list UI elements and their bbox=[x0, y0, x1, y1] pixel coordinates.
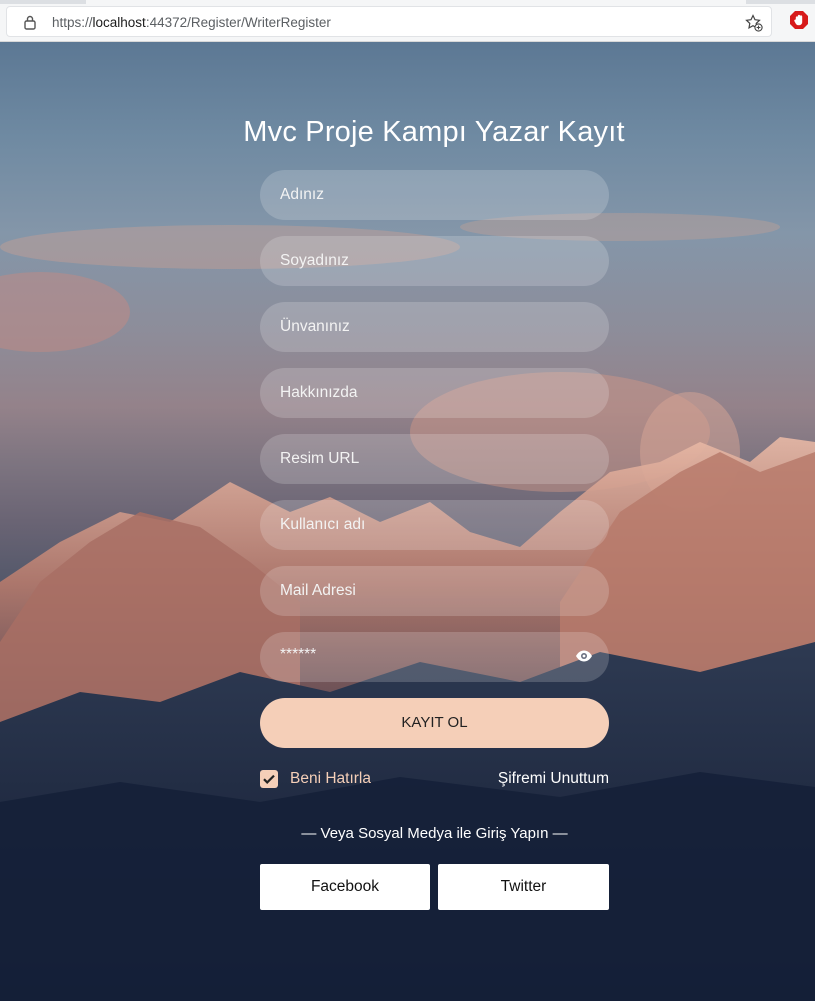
forgot-password-link[interactable]: Şifremi Unuttum bbox=[498, 770, 609, 788]
last-name-field[interactable]: Soyadınız bbox=[260, 236, 609, 286]
extension-icon[interactable] bbox=[789, 10, 809, 30]
email-placeholder: Mail Adresi bbox=[280, 582, 356, 599]
image-url-placeholder: Resim URL bbox=[280, 450, 360, 467]
title-field[interactable]: Ünvanınız bbox=[260, 302, 609, 352]
favorites-icon[interactable] bbox=[745, 14, 763, 32]
first-name-field[interactable]: Adınız bbox=[260, 170, 609, 220]
first-name-placeholder: Adınız bbox=[280, 186, 324, 203]
social-login-label: — Veya Sosyal Medya ile Giriş Yapın — bbox=[301, 825, 568, 842]
email-field[interactable]: Mail Adresi bbox=[260, 566, 609, 616]
username-field[interactable]: Kullanıcı adı bbox=[260, 500, 609, 550]
url-prefix: https:// bbox=[52, 15, 93, 30]
password-placeholder: ****** bbox=[280, 646, 317, 663]
password-field[interactable]: ****** bbox=[260, 632, 609, 682]
remember-label[interactable]: Beni Hatırla bbox=[290, 770, 371, 788]
about-field[interactable]: Hakkınızda bbox=[260, 368, 609, 418]
checkmark-icon bbox=[263, 774, 275, 784]
twitter-button[interactable]: Twitter bbox=[438, 864, 609, 910]
tab-strip bbox=[0, 0, 815, 4]
about-placeholder: Hakkınızda bbox=[280, 384, 358, 401]
title-placeholder: Ünvanınız bbox=[280, 318, 350, 335]
last-name-placeholder: Soyadınız bbox=[280, 252, 349, 269]
url-host: localhost bbox=[92, 15, 146, 30]
url-text[interactable]: https://localhost:44372/Register/WriterR… bbox=[52, 15, 331, 30]
remember-row: Beni Hatırla Şifremi Unuttum bbox=[260, 770, 609, 790]
image-url-field[interactable]: Resim URL bbox=[260, 434, 609, 484]
register-button[interactable]: KAYIT OL bbox=[260, 698, 609, 748]
remember-checkbox[interactable] bbox=[260, 770, 278, 788]
address-bar[interactable]: https://localhost:44372/Register/WriterR… bbox=[6, 6, 772, 37]
browser-toolbar: https://localhost:44372/Register/WriterR… bbox=[0, 0, 815, 42]
page-title: Mvc Proje Kampı Yazar Kayıt bbox=[243, 116, 625, 148]
username-placeholder: Kullanıcı adı bbox=[280, 516, 366, 533]
facebook-button[interactable]: Facebook bbox=[260, 864, 430, 910]
lock-icon[interactable] bbox=[23, 14, 37, 30]
url-path: :44372/Register/WriterRegister bbox=[145, 15, 331, 30]
eye-icon[interactable] bbox=[575, 649, 593, 663]
active-tab[interactable] bbox=[86, 0, 746, 4]
